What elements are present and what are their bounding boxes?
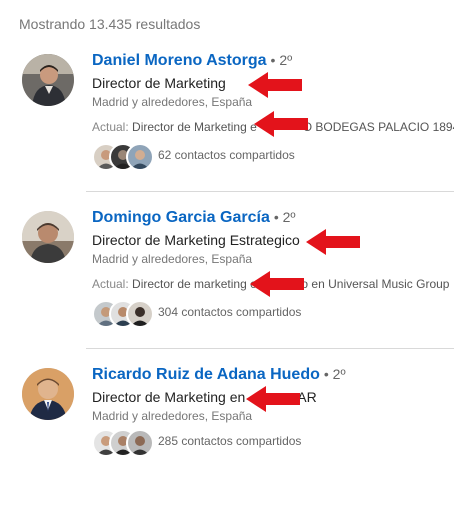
profile-photo-icon	[22, 211, 74, 263]
results-count: Mostrando 13.435 resultados	[19, 16, 201, 32]
profile-location: Madrid y alrededores, España	[92, 252, 253, 266]
connection-degree: • 2º	[273, 209, 296, 225]
divider	[86, 191, 454, 192]
shared-contacts-link[interactable]: 285 contactos compartidos	[158, 434, 301, 448]
avatar[interactable]	[22, 54, 74, 106]
profile-name-link[interactable]: Daniel Moreno Astorga	[92, 52, 267, 69]
shared-contacts[interactable]: 62 contactos compartidos	[92, 143, 392, 171]
shared-contact-avatar	[126, 300, 154, 328]
red-arrow-icon	[254, 111, 308, 137]
profile-photo-icon	[22, 54, 74, 106]
shared-contact-avatar	[126, 429, 154, 457]
red-arrow-icon	[248, 72, 302, 98]
avatar[interactable]	[22, 211, 74, 263]
red-arrow-icon	[250, 271, 304, 297]
profile-name-link[interactable]: Domingo Garcia García	[92, 209, 270, 226]
profile-location: Madrid y alrededores, España	[92, 95, 253, 109]
shared-contacts[interactable]: 285 contactos compartidos	[92, 429, 392, 457]
current-position-text-tail: O BODEGAS PALACIO 1894	[302, 120, 454, 134]
current-position-text-tail: ico en Universal Music Group	[292, 277, 450, 291]
shared-contacts[interactable]: 304 contactos compartidos	[92, 300, 392, 328]
divider	[86, 348, 454, 349]
profile-headline: Director de Marketing	[92, 75, 226, 91]
red-arrow-icon	[246, 386, 300, 412]
current-position-text: Director de marketing e	[132, 277, 257, 291]
result-card: Domingo Garcia García • 2º Director de Ma…	[0, 203, 454, 353]
shared-contacts-link[interactable]: 62 contactos compartidos	[158, 148, 295, 162]
connection-degree: • 2º	[270, 52, 293, 68]
profile-headline: Director de Marketing Estrategico	[92, 232, 300, 248]
profile-headline-text: Director de Marketing en	[92, 389, 246, 405]
profile-name-link[interactable]: Ricardo Ruiz de Adana Huedo	[92, 366, 320, 383]
avatar[interactable]	[22, 368, 74, 420]
profile-photo-icon	[22, 368, 74, 420]
shared-contacts-link[interactable]: 304 contactos compartidos	[158, 305, 301, 319]
current-label: Actual:	[92, 277, 129, 291]
profile-location: Madrid y alrededores, España	[92, 409, 253, 423]
result-card: Daniel Moreno Astorga • 2º Director de Ma…	[0, 46, 454, 196]
shared-contact-avatar	[126, 143, 154, 171]
current-position-text: Director de Marketing e	[132, 120, 257, 134]
red-arrow-icon	[306, 229, 360, 255]
connection-degree: • 2º	[323, 366, 346, 382]
current-label: Actual:	[92, 120, 129, 134]
result-card: Ricardo Ruiz de Adana Huedo • 2º Director…	[0, 360, 454, 510]
